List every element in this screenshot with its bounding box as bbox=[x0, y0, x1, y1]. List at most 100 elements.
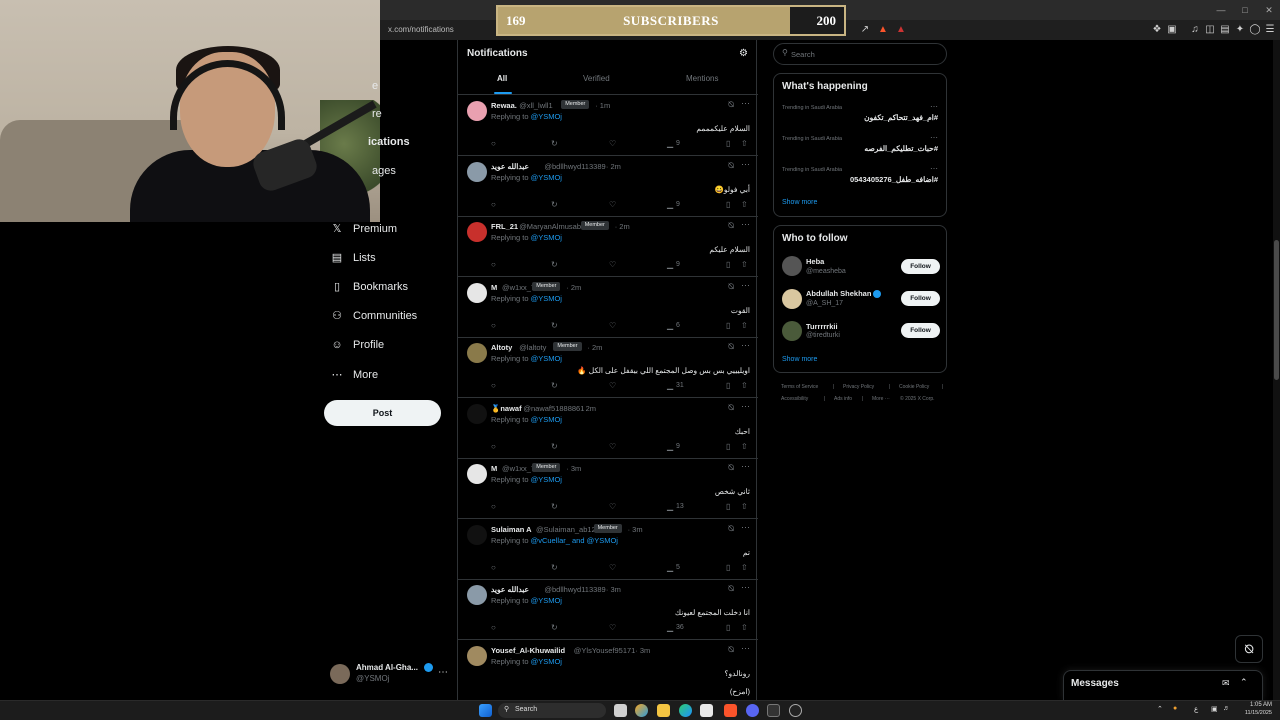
avatar[interactable] bbox=[467, 585, 487, 605]
sidebar-icon[interactable]: ◫ bbox=[1203, 23, 1217, 37]
footer-link[interactable]: Terms of Service bbox=[781, 384, 818, 390]
follow-button[interactable]: Follow bbox=[901, 259, 940, 274]
trend-name[interactable]: #حبات_تطليكم_الفرصه bbox=[864, 144, 938, 153]
like-icon[interactable]: ♡ bbox=[609, 321, 616, 330]
retweet-icon[interactable]: ↻ bbox=[551, 260, 558, 269]
retweet-icon[interactable]: ↻ bbox=[551, 321, 558, 330]
network-icon[interactable]: ▣ bbox=[1211, 705, 1218, 713]
author-handle[interactable]: @YlsYousef95171 bbox=[574, 646, 636, 655]
close-icon[interactable]: ✕ bbox=[1262, 3, 1276, 17]
author-handle[interactable]: @w1xx_7 bbox=[502, 464, 535, 473]
tab-verified[interactable]: Verified bbox=[583, 74, 610, 83]
leo-icon[interactable]: ✦ bbox=[1233, 23, 1247, 37]
retweet-icon[interactable]: ↻ bbox=[551, 442, 558, 451]
grok-icon[interactable]: ⦰ bbox=[728, 100, 734, 110]
mention-link[interactable]: @YSMOj bbox=[531, 294, 562, 303]
chevron-up-icon[interactable]: ⌃ bbox=[1157, 705, 1163, 713]
author-name[interactable]: عبدالله عويد bbox=[491, 585, 529, 594]
notification-row[interactable]: M @w1xx_7 Member · 2m ⦰ ⋯ Replying to @YSMOj ال… bbox=[458, 277, 758, 338]
avatar[interactable] bbox=[467, 645, 487, 666]
extensions-icon[interactable]: ❖ bbox=[1150, 23, 1164, 37]
timestamp[interactable]: · 3m bbox=[635, 646, 650, 655]
bookmark-icon[interactable]: ▯ bbox=[726, 563, 730, 572]
scrollbar[interactable] bbox=[1273, 40, 1280, 700]
messages-drawer[interactable]: Messages ✉ ⌃ bbox=[1063, 670, 1263, 700]
grok-icon[interactable]: ⦰ bbox=[728, 463, 734, 473]
more-dots-icon[interactable]: ⋯ bbox=[741, 98, 750, 109]
views-icon[interactable]: ▁ bbox=[667, 442, 673, 451]
bookmark-icon[interactable]: ▯ bbox=[726, 260, 730, 269]
avatar[interactable] bbox=[467, 343, 487, 363]
grok-icon[interactable]: ⦰ bbox=[728, 645, 734, 655]
reply-icon[interactable]: ○ bbox=[491, 502, 496, 511]
follow-button[interactable]: Follow bbox=[901, 323, 940, 338]
gear-icon[interactable]: ⚙ bbox=[739, 48, 748, 59]
share-icon[interactable]: ⇧ bbox=[741, 442, 748, 451]
avatar[interactable] bbox=[467, 222, 487, 242]
more-dots-icon[interactable]: ⋯ bbox=[741, 219, 750, 230]
like-icon[interactable]: ♡ bbox=[609, 502, 616, 511]
like-icon[interactable]: ♡ bbox=[609, 139, 616, 148]
obs-icon[interactable] bbox=[789, 704, 802, 717]
author-name[interactable]: Sulaiman A bbox=[491, 525, 532, 534]
author-name[interactable]: 🥇nawaf bbox=[491, 404, 522, 413]
account-switcher[interactable]: Ahmad Al-Gha... @YSMOj ⋯ bbox=[330, 662, 450, 688]
show-more-link[interactable]: Show more bbox=[782, 199, 817, 206]
timestamp[interactable]: · 2m bbox=[587, 343, 602, 352]
like-icon[interactable]: ♡ bbox=[609, 381, 616, 390]
notification-row[interactable]: FRL_21 @MaryanAlmusabi Member · 2m ⦰ ⋯ Replyin… bbox=[458, 216, 758, 277]
store-icon[interactable] bbox=[700, 704, 713, 717]
file-explorer-icon[interactable] bbox=[657, 704, 670, 717]
timestamp[interactable]: · 2m bbox=[615, 222, 630, 231]
mention-link[interactable]: @YSMOj bbox=[531, 415, 562, 424]
views-icon[interactable]: ▁ bbox=[667, 200, 673, 209]
avatar[interactable] bbox=[782, 321, 802, 341]
show-more-link[interactable]: Show more bbox=[782, 356, 817, 363]
follow-suggestion-name[interactable]: Heba bbox=[806, 257, 824, 266]
menu-icon[interactable]: ☰ bbox=[1263, 23, 1277, 37]
avatar[interactable] bbox=[782, 289, 802, 309]
task-view-icon[interactable] bbox=[614, 704, 627, 717]
footer-link[interactable]: More ··· bbox=[872, 396, 890, 402]
share-icon[interactable]: ⇧ bbox=[741, 321, 748, 330]
mention-link[interactable]: @YSMOj bbox=[531, 475, 562, 484]
brave-rewards-icon[interactable]: ▲ bbox=[894, 23, 908, 37]
share-icon[interactable]: ⇧ bbox=[741, 502, 748, 511]
more-dots-icon[interactable]: ⋯ bbox=[741, 582, 750, 593]
follow-button[interactable]: Follow bbox=[901, 291, 940, 306]
nav-communities[interactable]: ⚇ Communities bbox=[330, 306, 417, 326]
footer-link[interactable]: Accessibility bbox=[781, 396, 808, 402]
follow-suggestion-name[interactable]: Abdullah Shekhan bbox=[806, 289, 871, 298]
avatar[interactable] bbox=[467, 464, 487, 484]
more-dots-icon[interactable]: ⋯ bbox=[741, 522, 750, 533]
mention-link[interactable]: @YSMOj bbox=[531, 354, 562, 363]
notification-row[interactable]: Altoty @laltoty Member · 2m ⦰ ⋯ Replying to @Y… bbox=[458, 337, 758, 398]
like-icon[interactable]: ♡ bbox=[609, 442, 616, 451]
bookmark-icon[interactable]: ▯ bbox=[726, 442, 730, 451]
timestamp[interactable]: · 2m bbox=[581, 404, 596, 413]
bookmark-icon[interactable]: ▯ bbox=[726, 623, 730, 632]
bookmark-icon[interactable]: ▯ bbox=[726, 502, 730, 511]
author-name[interactable]: M bbox=[491, 283, 497, 292]
views-icon[interactable]: ▁ bbox=[667, 381, 673, 390]
notification-row[interactable]: Yousef_Al-Khuwailid @YlsYousef95171 · 3m ⦰ ⋯… bbox=[458, 640, 758, 701]
bookmark-icon[interactable]: ▯ bbox=[726, 139, 730, 148]
app-icon[interactable] bbox=[767, 704, 780, 717]
search-input[interactable]: ⚲ Search bbox=[773, 43, 947, 65]
author-name[interactable]: FRL_21 bbox=[491, 222, 518, 231]
post-button[interactable]: Post bbox=[324, 400, 441, 426]
nav-profile[interactable]: ☺ Profile bbox=[330, 335, 384, 355]
mention-link[interactable]: @YSMOj bbox=[531, 233, 562, 242]
vpn-icon[interactable]: ◯ bbox=[1248, 23, 1262, 37]
avatar[interactable] bbox=[467, 524, 487, 545]
copilot-icon[interactable] bbox=[635, 704, 648, 717]
more-dots-icon[interactable]: ⋯ bbox=[741, 340, 750, 351]
brave-shield-icon[interactable]: ▲ bbox=[876, 23, 890, 37]
more-dots-icon[interactable]: ⋯ bbox=[930, 133, 938, 142]
author-handle[interactable]: @w1xx_7 bbox=[502, 283, 535, 292]
reply-icon[interactable]: ○ bbox=[491, 321, 496, 330]
share-icon[interactable]: ⇧ bbox=[741, 260, 748, 269]
author-name[interactable]: Yousef_Al-Khuwailid bbox=[491, 646, 565, 655]
nav-premium[interactable]: 𝕏 Premium bbox=[330, 219, 397, 239]
nav-more[interactable]: ⋯ More bbox=[330, 365, 379, 385]
